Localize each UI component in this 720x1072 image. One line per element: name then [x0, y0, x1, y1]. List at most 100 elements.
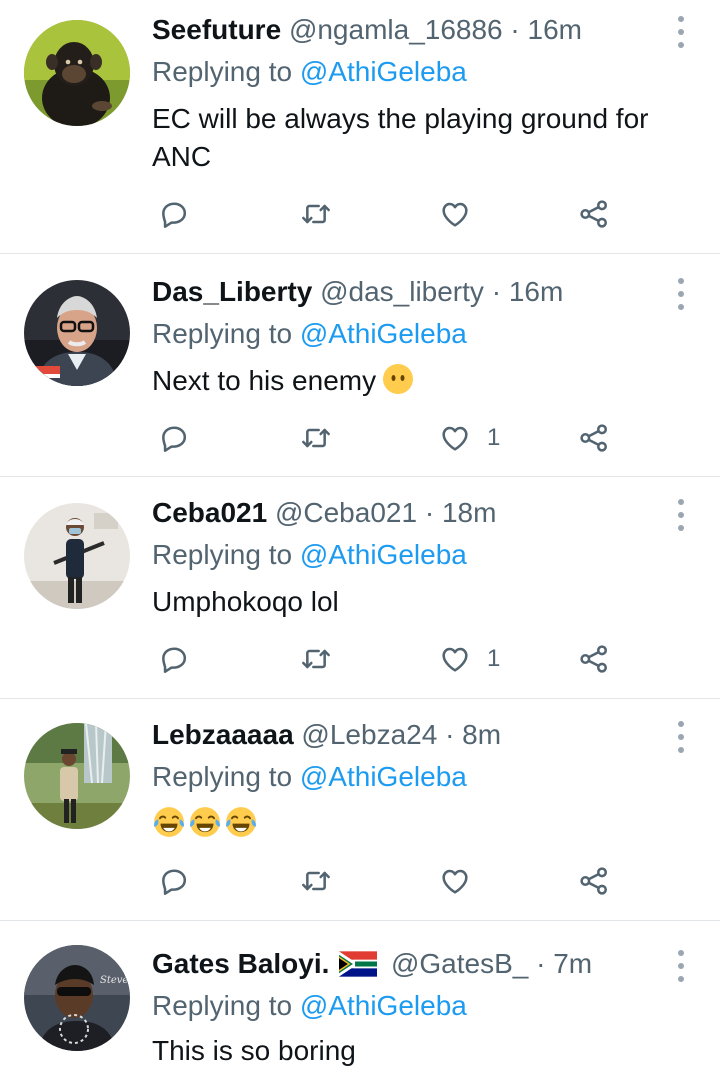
tweet-text: This is so boring — [152, 1032, 692, 1070]
heart-icon — [439, 643, 471, 675]
tweet-text — [152, 805, 692, 849]
retweet-icon — [300, 422, 332, 454]
tweet[interactable]: Steve Gates Baloyi. @GatesB_ · 7m Replyi… — [0, 921, 720, 1072]
heart-icon — [439, 198, 471, 230]
share-button[interactable] — [578, 639, 618, 679]
avatar-image — [24, 280, 130, 386]
retweet-button[interactable] — [300, 418, 340, 458]
reply-icon — [158, 198, 190, 230]
share-button[interactable] — [578, 194, 618, 234]
face-with-tears-of-joy-icon — [152, 805, 186, 839]
tweet-header: Gates Baloyi. @GatesB_ · 7m — [152, 944, 592, 984]
reply-icon — [158, 643, 190, 675]
mention-link[interactable]: @AthiGeleba — [300, 56, 467, 87]
share-icon — [578, 865, 610, 897]
username[interactable]: @ngamla_16886 — [289, 14, 503, 45]
more-options-icon[interactable] — [672, 948, 690, 984]
tweet-text-content: Next to his enemy — [152, 365, 377, 396]
separator-dot: · — [445, 719, 455, 750]
display-name[interactable]: Ceba021 — [152, 497, 267, 528]
heart-icon — [439, 422, 471, 454]
reply-icon — [158, 865, 190, 897]
avatar[interactable]: Steve — [24, 945, 130, 1051]
timestamp[interactable]: 8m — [462, 719, 501, 750]
reply-button[interactable] — [158, 861, 198, 901]
tweet-text-content: This is so boring — [152, 1035, 356, 1066]
timestamp[interactable]: 7m — [553, 948, 592, 979]
reply-button[interactable] — [158, 194, 198, 234]
like-count: 1 — [487, 424, 501, 451]
more-options-icon[interactable] — [672, 719, 690, 755]
avatar[interactable] — [24, 503, 130, 609]
heart-icon — [439, 865, 471, 897]
tweet[interactable]: Seefuture @ngamla_16886 · 16m Replying t… — [0, 0, 720, 254]
reply-icon — [158, 422, 190, 454]
mention-link[interactable]: @AthiGeleba — [300, 990, 467, 1021]
share-button[interactable] — [578, 861, 618, 901]
like-button[interactable]: 1 — [439, 418, 519, 458]
timestamp[interactable]: 18m — [442, 497, 496, 528]
share-icon — [578, 643, 610, 675]
face-with-tears-of-joy-icon — [188, 805, 222, 839]
tweet-text: Umphokoqo lol — [152, 583, 692, 621]
tweet[interactable]: Das_Liberty @das_liberty · 16m Replying … — [0, 254, 720, 477]
avatar-image — [24, 723, 130, 829]
tweet-header: Ceba021 @Ceba021 · 18m — [152, 493, 496, 533]
like-count: 1 — [487, 645, 501, 672]
mention-link[interactable]: @AthiGeleba — [300, 318, 467, 349]
username[interactable]: @GatesB_ — [391, 948, 528, 979]
display-name[interactable]: Seefuture — [152, 14, 281, 45]
retweet-icon — [300, 643, 332, 675]
like-button[interactable] — [439, 194, 519, 234]
tweet-text: Next to his enemy — [152, 362, 692, 400]
more-options-icon[interactable] — [672, 14, 690, 50]
timestamp[interactable]: 16m — [528, 14, 582, 45]
south-africa-flag-icon — [339, 950, 378, 977]
replying-to: Replying to @AthiGeleba — [152, 986, 467, 1026]
display-name[interactable]: Das_Liberty — [152, 276, 312, 307]
like-button[interactable]: 1 — [439, 639, 519, 679]
avatar[interactable] — [24, 20, 130, 126]
avatar[interactable] — [24, 723, 130, 829]
reply-button[interactable] — [158, 418, 198, 458]
tweet[interactable]: Lebzaaaaa @Lebza24 · 8m Replying to @Ath… — [0, 699, 720, 921]
retweet-button[interactable] — [300, 639, 340, 679]
tweet-text: EC will be always the playing ground for… — [152, 100, 692, 176]
more-options-icon[interactable] — [672, 497, 690, 533]
separator-dot: · — [536, 948, 546, 979]
replying-to: Replying to @AthiGeleba — [152, 535, 467, 575]
replying-to: Replying to @AthiGeleba — [152, 52, 467, 92]
svg-text:Steve: Steve — [100, 975, 128, 986]
retweet-button[interactable] — [300, 861, 340, 901]
username[interactable]: @Lebza24 — [301, 719, 437, 750]
replying-to-label: Replying to — [152, 761, 293, 792]
display-name[interactable]: Gates Baloyi. — [152, 948, 329, 979]
replying-to: Replying to @AthiGeleba — [152, 314, 467, 354]
replying-to-label: Replying to — [152, 318, 293, 349]
separator-dot: · — [491, 276, 502, 307]
tweet[interactable]: Ceba021 @Ceba021 · 18m Replying to @Athi… — [0, 477, 720, 699]
more-options-icon[interactable] — [672, 276, 690, 312]
timestamp[interactable]: 16m — [509, 276, 563, 307]
reply-button[interactable] — [158, 639, 198, 679]
tweet-text-line: ANC — [152, 141, 212, 172]
avatar[interactable] — [24, 280, 130, 386]
like-button[interactable] — [439, 861, 519, 901]
tweet-text-content: Umphokoqo lol — [152, 586, 339, 617]
share-icon — [578, 198, 610, 230]
replying-to-label: Replying to — [152, 990, 293, 1021]
mention-link[interactable]: @AthiGeleba — [300, 539, 467, 570]
tweet-header: Das_Liberty @das_liberty · 16m — [152, 272, 563, 312]
share-button[interactable] — [578, 418, 618, 458]
face-with-tears-of-joy-icon — [224, 805, 258, 839]
tweet-header: Lebzaaaaa @Lebza24 · 8m — [152, 715, 501, 755]
avatar-image — [24, 20, 130, 126]
separator-dot: · — [424, 497, 435, 528]
display-name[interactable]: Lebzaaaaa — [152, 719, 294, 750]
tweet-header: Seefuture @ngamla_16886 · 16m — [152, 10, 582, 50]
mention-link[interactable]: @AthiGeleba — [300, 761, 467, 792]
username[interactable]: @Ceba021 — [275, 497, 417, 528]
retweet-icon — [300, 865, 332, 897]
username[interactable]: @das_liberty — [320, 276, 484, 307]
retweet-button[interactable] — [300, 194, 340, 234]
